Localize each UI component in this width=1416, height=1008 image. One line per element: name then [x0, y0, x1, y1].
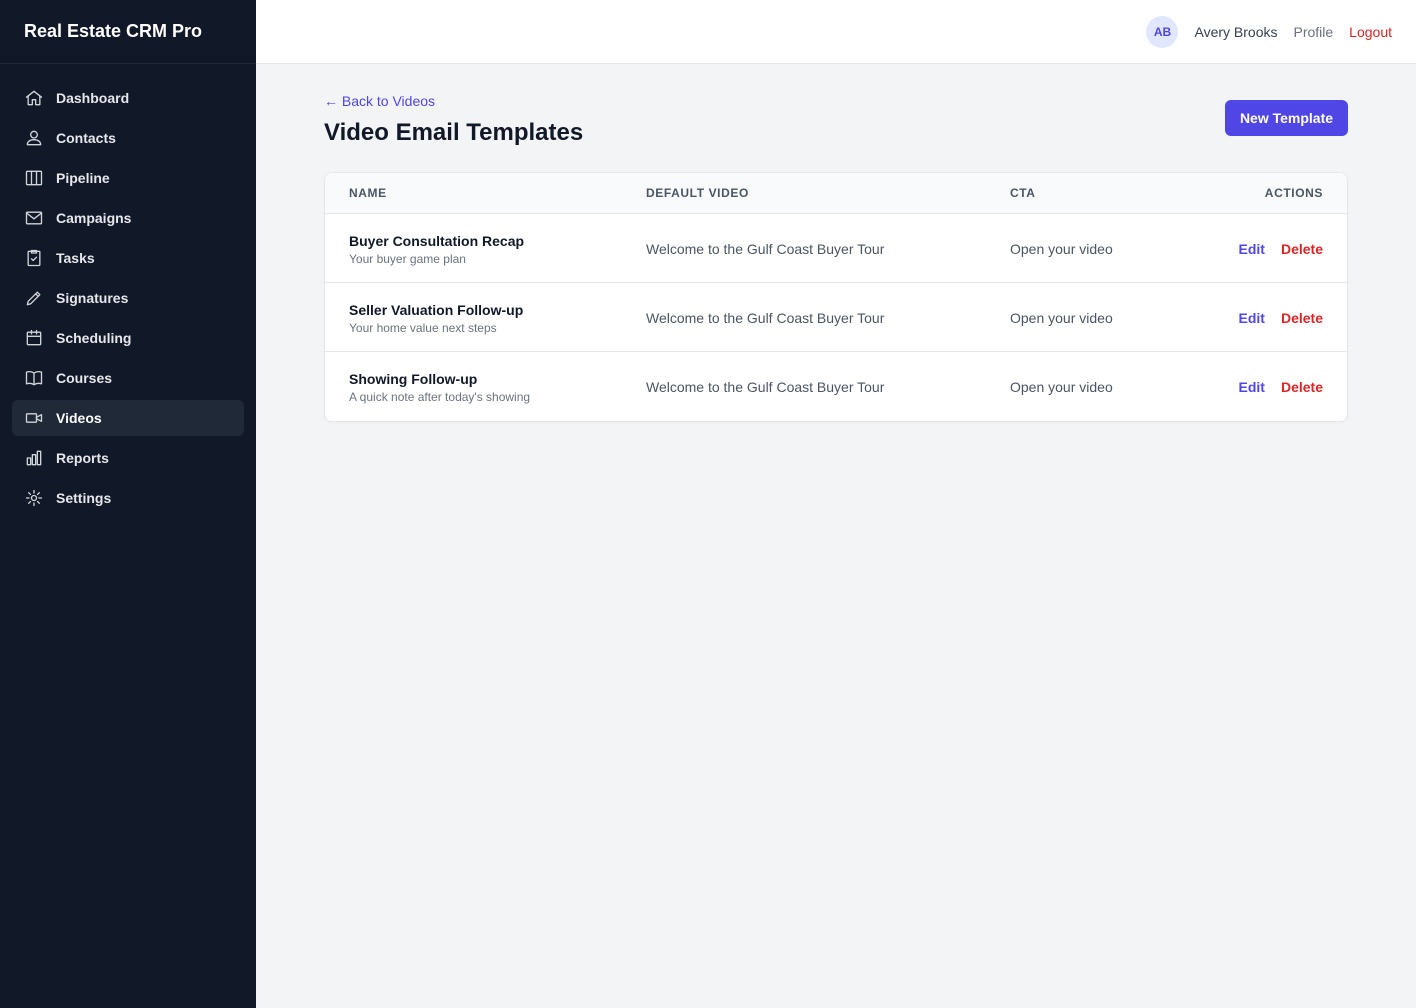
- calendar-icon: [24, 328, 44, 348]
- column-header-default-video: Default Video: [646, 186, 749, 200]
- sidebar-item-courses[interactable]: Courses: [12, 360, 244, 396]
- row-actions: Edit Delete: [1239, 379, 1323, 395]
- gear-icon: [24, 488, 44, 508]
- new-template-button[interactable]: New Template: [1225, 100, 1348, 136]
- column-header-actions: Actions: [1264, 186, 1323, 200]
- sidebar-item-videos[interactable]: Videos: [12, 400, 244, 436]
- home-icon: [24, 88, 44, 108]
- mail-icon: [24, 208, 44, 228]
- template-name: Buyer Consultation Recap: [349, 233, 525, 249]
- sidebar-item-settings[interactable]: Settings: [12, 480, 244, 516]
- table-header: Name Default Video CTA Actions: [325, 173, 1347, 214]
- sidebar-item-signatures[interactable]: Signatures: [12, 280, 244, 316]
- bar-chart-icon: [24, 448, 44, 468]
- sidebar: Real Estate CRM Pro Dashboard Contacts P…: [0, 0, 256, 1008]
- sidebar-item-pipeline[interactable]: Pipeline: [12, 160, 244, 196]
- sidebar-item-label: Contacts: [56, 130, 116, 146]
- sidebar-item-contacts[interactable]: Contacts: [12, 120, 244, 156]
- edit-button[interactable]: Edit: [1239, 310, 1265, 326]
- template-subtitle: Your home value next steps: [349, 321, 497, 335]
- pen-icon: [24, 288, 44, 308]
- sidebar-nav: Dashboard Contacts Pipeline Campaigns Ta…: [0, 64, 256, 516]
- book-icon: [24, 368, 44, 388]
- cta-text: Open your video: [1010, 379, 1113, 395]
- column-header-cta: CTA: [1010, 186, 1036, 200]
- edit-button[interactable]: Edit: [1239, 379, 1265, 395]
- avatar[interactable]: AB: [1146, 15, 1179, 48]
- sidebar-item-label: Settings: [56, 490, 112, 506]
- template-name: Seller Valuation Follow-up: [349, 302, 524, 318]
- sidebar-item-reports[interactable]: Reports: [12, 440, 244, 476]
- cta-text: Open your video: [1010, 241, 1113, 257]
- back-to-videos-link[interactable]: ← Back to Videos: [324, 93, 435, 109]
- row-actions: Edit Delete: [1239, 241, 1323, 257]
- table-row: Buyer Consultation Recap Your buyer game…: [325, 214, 1347, 283]
- delete-button[interactable]: Delete: [1281, 310, 1323, 326]
- profile-link[interactable]: Profile: [1293, 24, 1333, 40]
- user-icon: [24, 128, 44, 148]
- clipboard-check-icon: [24, 248, 44, 268]
- default-video: Welcome to the Gulf Coast Buyer Tour: [646, 379, 885, 395]
- sidebar-item-label: Tasks: [56, 250, 95, 266]
- row-actions: Edit Delete: [1239, 310, 1323, 326]
- sidebar-item-label: Scheduling: [56, 330, 132, 346]
- template-subtitle: A quick note after today's showing: [349, 390, 531, 404]
- edit-button[interactable]: Edit: [1239, 241, 1265, 257]
- templates-table: Name Default Video CTA Actions Buyer Con…: [324, 172, 1348, 422]
- sidebar-item-dashboard[interactable]: Dashboard: [12, 80, 244, 116]
- columns-icon: [24, 168, 44, 188]
- sidebar-item-campaigns[interactable]: Campaigns: [12, 200, 244, 236]
- template-subtitle: Your buyer game plan: [349, 252, 466, 266]
- column-header-name: Name: [349, 186, 387, 200]
- template-name: Showing Follow-up: [349, 371, 478, 387]
- sidebar-item-tasks[interactable]: Tasks: [12, 240, 244, 276]
- video-icon: [24, 408, 44, 428]
- user-name: Avery Brooks: [1194, 23, 1278, 40]
- delete-button[interactable]: Delete: [1281, 241, 1323, 257]
- sidebar-item-label: Campaigns: [56, 210, 132, 226]
- delete-button[interactable]: Delete: [1281, 379, 1323, 395]
- top-bar: AB Avery Brooks Profile Logout: [256, 0, 1416, 64]
- sidebar-item-label: Courses: [56, 370, 113, 386]
- table-row: Seller Valuation Follow-up Your home val…: [325, 283, 1347, 352]
- logout-link[interactable]: Logout: [1349, 24, 1392, 40]
- sidebar-item-label: Signatures: [56, 290, 129, 306]
- page-title: Video Email Templates: [324, 119, 584, 146]
- sidebar-item-label: Pipeline: [56, 170, 110, 186]
- sidebar-item-scheduling[interactable]: Scheduling: [12, 320, 244, 356]
- cta-text: Open your video: [1010, 310, 1113, 326]
- default-video: Welcome to the Gulf Coast Buyer Tour: [646, 310, 885, 326]
- sidebar-item-label: Dashboard: [56, 90, 130, 106]
- sidebar-item-label: Videos: [56, 410, 102, 426]
- app-title: Real Estate CRM Pro: [0, 0, 256, 64]
- default-video: Welcome to the Gulf Coast Buyer Tour: [646, 241, 885, 257]
- sidebar-item-label: Reports: [56, 450, 109, 466]
- table-row: Showing Follow-up A quick note after tod…: [325, 352, 1347, 421]
